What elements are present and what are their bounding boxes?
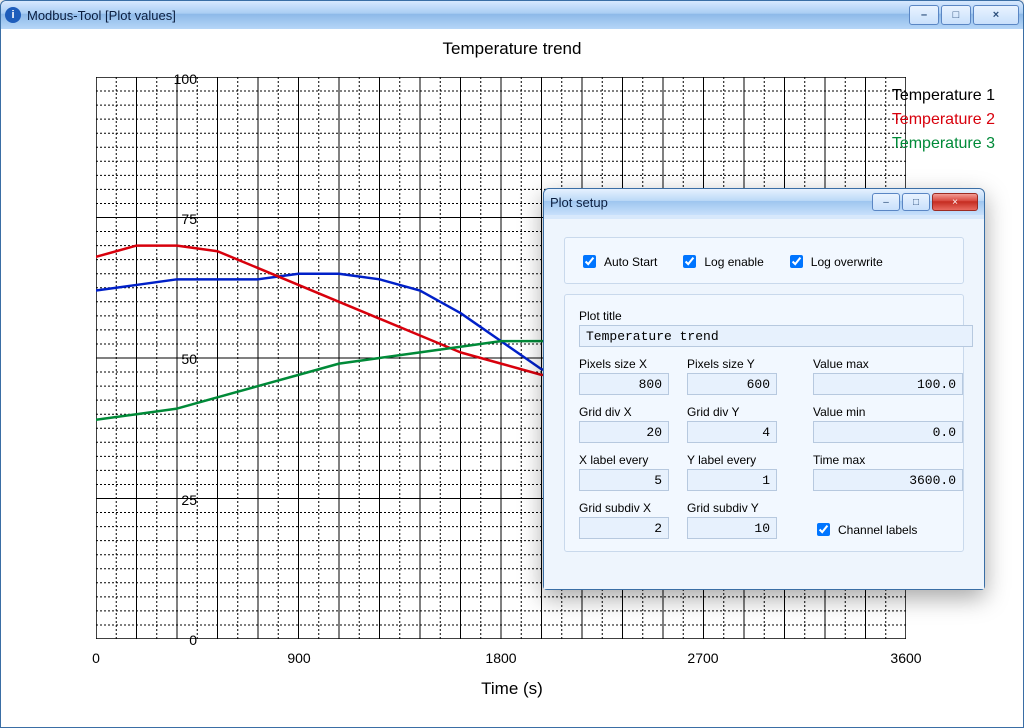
y-label-every-field[interactable]: 1 xyxy=(687,469,777,491)
x-tick-label: 0 xyxy=(66,650,126,666)
main-titlebar[interactable]: i Modbus-Tool [Plot values] – □ × xyxy=(1,1,1023,30)
grid-subdiv-y-label: Grid subdiv Y xyxy=(687,501,777,515)
log-overwrite-input[interactable] xyxy=(790,255,803,268)
dialog-minimize-button[interactable]: – xyxy=(872,193,900,211)
channel-labels-checkbox[interactable]: Channel labels xyxy=(813,520,963,539)
plot-title: Temperature trend xyxy=(1,39,1023,59)
time-max-label: Time max xyxy=(813,453,963,467)
x-tick-label: 1800 xyxy=(471,650,531,666)
dialog-title: Plot setup xyxy=(550,195,870,210)
pixels-size-y-field[interactable]: 600 xyxy=(687,373,777,395)
pixels-size-x-label: Pixels size X xyxy=(579,357,669,371)
maximize-button[interactable]: □ xyxy=(941,5,971,25)
dialog-body: Auto Start Log enable Log overwrite Plot… xyxy=(544,215,984,589)
x-label-every-field[interactable]: 5 xyxy=(579,469,669,491)
grid-div-y-field[interactable]: 4 xyxy=(687,421,777,443)
value-min-label: Value min xyxy=(813,405,963,419)
x-tick-label: 3600 xyxy=(876,650,936,666)
channel-labels-input[interactable] xyxy=(817,523,830,536)
log-overwrite-checkbox[interactable]: Log overwrite xyxy=(786,252,883,271)
value-min-field[interactable]: 0.0 xyxy=(813,421,963,443)
grid-subdiv-x-field[interactable]: 2 xyxy=(579,517,669,539)
legend-item-1: Temperature 1 xyxy=(892,84,995,108)
x-label-every-label: X label every xyxy=(579,453,669,467)
plot-title-label: Plot title xyxy=(579,309,949,323)
log-enable-checkbox[interactable]: Log enable xyxy=(679,252,763,271)
time-max-field[interactable]: 3600.0 xyxy=(813,469,963,491)
pixels-size-y-label: Pixels size Y xyxy=(687,357,777,371)
checkbox-group: Auto Start Log enable Log overwrite xyxy=(564,237,964,284)
dialog-titlebar[interactable]: Plot setup – □ × xyxy=(544,189,984,216)
close-button[interactable]: × xyxy=(973,5,1019,25)
pixels-size-x-field[interactable]: 800 xyxy=(579,373,669,395)
fields-group: Plot title Temperature trend Pixels size… xyxy=(564,294,964,552)
x-tick-label: 900 xyxy=(269,650,329,666)
window-title: Modbus-Tool [Plot values] xyxy=(27,8,907,23)
window-buttons: – □ × xyxy=(907,5,1019,25)
grid-div-x-field[interactable]: 20 xyxy=(579,421,669,443)
value-max-field[interactable]: 100.0 xyxy=(813,373,963,395)
grid-div-x-label: Grid div X xyxy=(579,405,669,419)
x-axis-label: Time (s) xyxy=(1,679,1023,699)
auto-start-input[interactable] xyxy=(583,255,596,268)
app-icon: i xyxy=(5,7,21,23)
grid-subdiv-y-field[interactable]: 10 xyxy=(687,517,777,539)
value-max-label: Value max xyxy=(813,357,963,371)
grid-subdiv-x-label: Grid subdiv X xyxy=(579,501,669,515)
legend: Temperature 1 Temperature 2 Temperature … xyxy=(892,84,995,156)
log-enable-input[interactable] xyxy=(683,255,696,268)
auto-start-checkbox[interactable]: Auto Start xyxy=(579,252,657,271)
x-tick-label: 2700 xyxy=(673,650,733,666)
dialog-maximize-button[interactable]: □ xyxy=(902,193,930,211)
dialog-close-button[interactable]: × xyxy=(932,193,978,211)
y-label-every-label: Y label every xyxy=(687,453,777,467)
grid-div-y-label: Grid div Y xyxy=(687,405,777,419)
legend-item-2: Temperature 2 xyxy=(892,108,995,132)
dialog-window-buttons: – □ × xyxy=(870,193,978,211)
plot-setup-dialog[interactable]: Plot setup – □ × Auto Start Log enable L… xyxy=(543,188,985,590)
minimize-button[interactable]: – xyxy=(909,5,939,25)
plot-title-field[interactable]: Temperature trend xyxy=(579,325,973,347)
legend-item-3: Temperature 3 xyxy=(892,132,995,156)
